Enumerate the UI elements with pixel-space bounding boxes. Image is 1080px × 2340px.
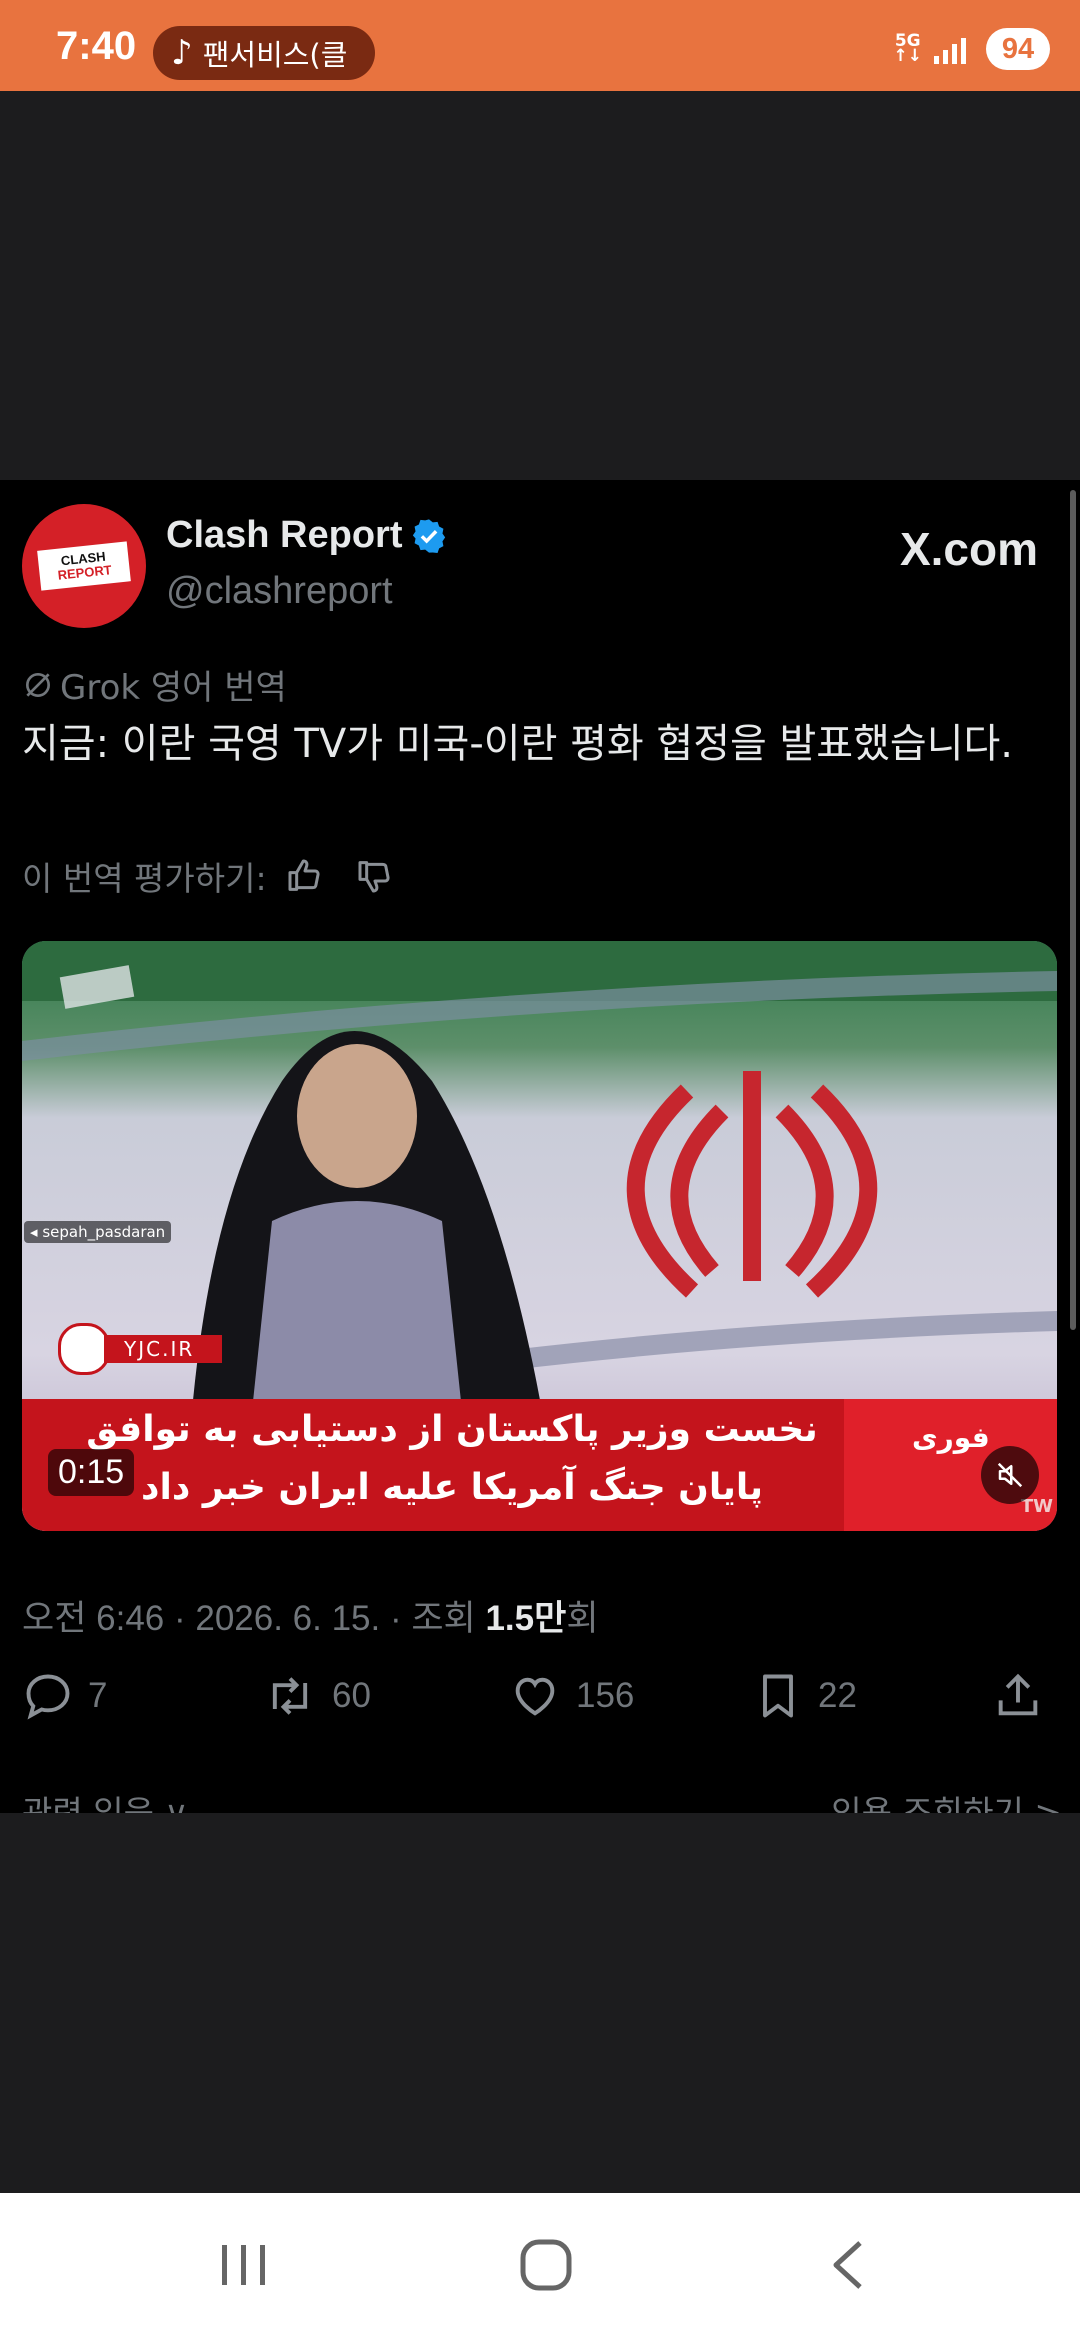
like-count: 156 xyxy=(576,1676,635,1715)
related-row: 관련 있음 ∨ 인용 조회하기 > xyxy=(22,1786,1062,1813)
watermark-text: sepah_pasdaran xyxy=(42,1223,166,1241)
share-button[interactable] xyxy=(992,1670,1058,1722)
status-bar: 7:40 ♪ 팬서비스(클 5G ↑↓ 94 xyxy=(0,0,1080,91)
now-playing-label: 팬서비스(클 xyxy=(202,38,348,72)
video-duration: 0:15 xyxy=(48,1449,135,1496)
yjc-label: YJC.IR xyxy=(104,1335,223,1363)
avatar-text-2: REPORT xyxy=(56,562,113,583)
action-bar: 7 60 156 22 xyxy=(22,1670,1052,1730)
yjc-logo: YJC.IR xyxy=(58,1323,223,1375)
music-note-icon: ♪ xyxy=(171,33,193,73)
news-ticker: نخست وزیر پاکستان از دستیابی به توافق پا… xyxy=(62,1401,842,1517)
ticker-line-1: نخست وزیر پاکستان از دستیابی به توافق xyxy=(86,1409,818,1450)
grok-icon xyxy=(26,672,50,697)
author-handle[interactable]: @clashreport xyxy=(166,570,393,613)
translation-label-row: Grok 영어 번역 xyxy=(22,660,287,709)
scrollbar[interactable] xyxy=(1070,490,1076,1330)
share-icon xyxy=(998,1673,1038,1716)
view-count: 1.5만 xyxy=(485,1599,567,1638)
reply-button[interactable]: 7 xyxy=(22,1670,107,1722)
top-empty-area xyxy=(0,91,1080,480)
like-button[interactable]: 156 xyxy=(508,1670,634,1722)
reply-count: 7 xyxy=(88,1676,108,1715)
avatar-logo: CLASH REPORT xyxy=(37,541,131,591)
status-icons: 5G ↑↓ 94 xyxy=(893,28,1050,70)
view-suffix: 회 xyxy=(566,1599,599,1638)
reply-icon xyxy=(26,1674,70,1720)
mute-button[interactable] xyxy=(981,1446,1039,1504)
bookmark-icon xyxy=(763,1674,793,1718)
system-navigation-bar xyxy=(0,2193,1080,2340)
bookmark-count: 22 xyxy=(818,1676,857,1715)
bookmark-button[interactable]: 22 xyxy=(752,1670,857,1722)
ticker-badge: فوری xyxy=(912,1421,990,1454)
thumbs-down-icon[interactable] xyxy=(355,856,395,896)
avatar[interactable]: CLASH REPORT xyxy=(22,504,146,628)
ticker-line-2: پایان جنگ آمریکا علیه ایران خبر داد xyxy=(141,1467,763,1508)
video-player[interactable]: ◂ sepah_pasdaran YJC.IR نخست وزیر پاکستا… xyxy=(22,941,1057,1531)
home-icon[interactable] xyxy=(518,2237,574,2293)
related-right[interactable]: 인용 조회하기 > xyxy=(831,1786,1062,1813)
bottom-empty-area xyxy=(0,1813,1080,2193)
retweet-count: 60 xyxy=(332,1676,371,1715)
signal-icon xyxy=(934,34,970,64)
rate-translation-row: 이 번역 평가하기: xyxy=(22,852,395,900)
author-name-row[interactable]: Clash Report xyxy=(166,514,448,557)
tweet-card[interactable]: CLASH REPORT Clash Report @clashreport X… xyxy=(0,480,1080,1813)
rate-translation-label: 이 번역 평가하기: xyxy=(22,859,267,898)
network-label: 5G xyxy=(894,31,921,51)
like-icon xyxy=(515,1677,555,1716)
battery-indicator: 94 xyxy=(986,28,1050,70)
source-logo: X.com xyxy=(899,523,1038,575)
thumbs-up-icon[interactable] xyxy=(285,856,325,896)
mute-icon xyxy=(997,1462,1023,1488)
tweet-meta: 오전 6:46 · 2026. 6. 15. · 조회 1.5만회 xyxy=(22,1590,599,1641)
tweet-timestamp: 오전 6:46 · 2026. 6. 15. · 조회 xyxy=(22,1599,486,1638)
verified-badge-icon xyxy=(413,518,446,553)
author-name[interactable]: Clash Report xyxy=(166,514,402,557)
recents-icon[interactable] xyxy=(218,2237,270,2293)
related-left[interactable]: 관련 있음 ∨ xyxy=(22,1786,189,1813)
tweet-text: 지금: 이란 국영 TV가 미국-이란 평화 협정을 발표했습니다. xyxy=(22,721,1014,767)
translation-label: Grok 영어 번역 xyxy=(60,668,287,708)
retweet-icon xyxy=(272,1677,308,1715)
now-playing-pill[interactable]: ♪ 팬서비스(클 xyxy=(153,26,375,80)
status-time: 7:40 xyxy=(56,24,137,68)
watermark-handle: ◂ sepah_pasdaran xyxy=(24,1221,172,1243)
retweet-button[interactable]: 60 xyxy=(262,1670,371,1722)
back-icon[interactable] xyxy=(826,2237,870,2293)
network-type: 5G ↑↓ xyxy=(893,31,923,66)
